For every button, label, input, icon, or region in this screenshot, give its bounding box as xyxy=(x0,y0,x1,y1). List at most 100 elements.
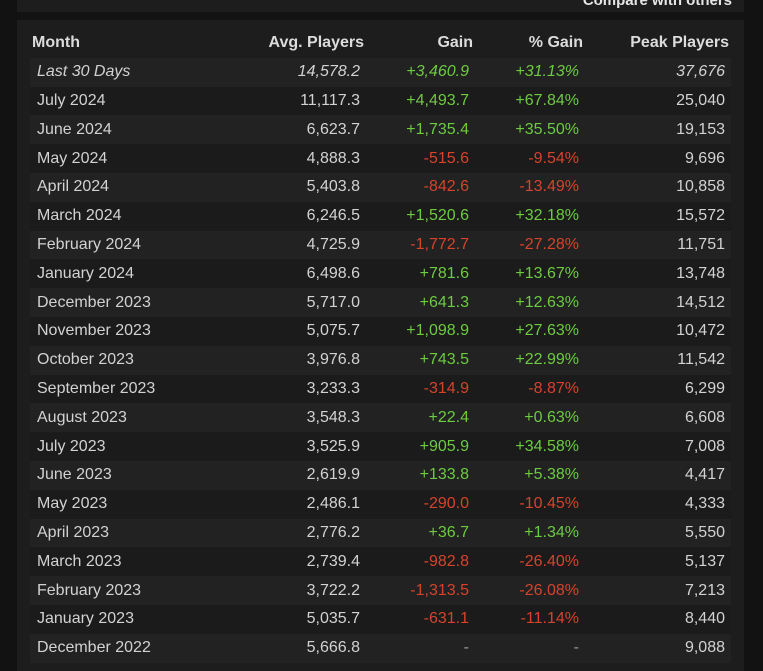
gain-cell: - xyxy=(366,633,475,663)
percent-gain-cell: +1.34% xyxy=(475,518,585,548)
month-cell: April 2023 xyxy=(30,518,235,548)
table-row: December 2022 5,666.8- -9,088 xyxy=(30,633,731,663)
month-cell: July 2023 xyxy=(30,432,235,461)
peak-players-cell: 4,333 xyxy=(585,489,731,519)
percent-gain-cell: +67.84% xyxy=(475,86,585,116)
column-header-avg-players[interactable]: Avg. Players xyxy=(235,29,366,58)
avg-players-cell: 11,117.3 xyxy=(235,86,366,116)
gain-cell: -515.6 xyxy=(366,144,475,173)
avg-players-cell: 5,666.8 xyxy=(235,633,366,663)
month-cell: March 2024 xyxy=(30,201,235,231)
month-cell: February 2023 xyxy=(30,576,235,605)
peak-players-cell: 11,751 xyxy=(585,230,731,260)
peak-players-cell: 5,550 xyxy=(585,518,731,548)
month-cell: April 2024 xyxy=(30,172,235,202)
gain-cell: +1,098.9 xyxy=(366,316,475,346)
monthly-players-table: Month Avg. Players Gain % Gain Peak Play… xyxy=(30,29,731,663)
gain-cell: +4,493.7 xyxy=(366,86,475,116)
table-header-row: Month Avg. Players Gain % Gain Peak Play… xyxy=(30,29,731,58)
month-cell: June 2024 xyxy=(30,115,235,145)
peak-players-cell: 8,440 xyxy=(585,604,731,634)
avg-players-cell: 4,725.9 xyxy=(235,230,366,260)
gain-cell: +133.8 xyxy=(366,460,475,490)
percent-gain-cell: -8.87% xyxy=(475,374,585,404)
gain-cell: +3,460.9 xyxy=(366,57,475,87)
column-header-percent-gain[interactable]: % Gain xyxy=(475,29,585,58)
month-cell: July 2024 xyxy=(30,86,235,116)
gain-cell: -982.8 xyxy=(366,547,475,577)
percent-gain-cell: -27.28% xyxy=(475,230,585,260)
percent-gain-cell: +27.63% xyxy=(475,316,585,346)
percent-gain-cell: +0.63% xyxy=(475,403,585,433)
avg-players-cell: 14,578.2 xyxy=(235,57,366,87)
month-cell: June 2023 xyxy=(30,460,235,490)
percent-gain-cell: +35.50% xyxy=(475,115,585,145)
table-row: September 2023 3,233.3 -314.9 -8.87% 6,299 xyxy=(30,374,731,404)
column-header-month[interactable]: Month xyxy=(30,29,235,58)
avg-players-cell: 3,976.8 xyxy=(235,345,366,375)
table-row: December 2023 5,717.0 +641.3 +12.63% 14,512 xyxy=(30,288,731,317)
peak-players-cell: 7,008 xyxy=(585,432,731,461)
percent-gain-cell: -9.54% xyxy=(475,144,585,173)
column-header-gain[interactable]: Gain xyxy=(366,29,475,58)
table-row: March 2024 6,246.5 +1,520.6 +32.18% 15,572 xyxy=(30,201,731,231)
table-row: March 2023 2,739.4 -982.8 -26.40% 5,137 xyxy=(30,547,731,577)
table-row: October 2023 3,976.8 +743.5 +22.99% 11,542 xyxy=(30,345,731,375)
table-row: February 2024 4,725.9 -1,772.7 -27.28% 11,75… xyxy=(30,230,731,260)
gain-cell: +905.9 xyxy=(366,432,475,461)
gain-cell: +1,735.4 xyxy=(366,115,475,145)
avg-players-cell: 6,623.7 xyxy=(235,115,366,145)
table-row: November 2023 5,075.7 +1,098.9 +27.63% 10,47… xyxy=(30,316,731,346)
page: Compare with others Month Avg. Players G… xyxy=(0,0,763,671)
table-row: August 2023 3,548.3 +22.4 +0.63% 6,608 xyxy=(30,403,731,433)
peak-players-cell: 25,040 xyxy=(585,86,731,116)
peak-players-cell: 13,748 xyxy=(585,259,731,289)
percent-gain-cell: +31.13% xyxy=(475,57,585,87)
peak-players-cell: 10,472 xyxy=(585,316,731,346)
month-cell: May 2023 xyxy=(30,489,235,519)
month-cell: January 2023 xyxy=(30,604,235,634)
month-cell: Last 30 Days xyxy=(30,57,235,87)
compare-with-others-link[interactable]: Compare with others xyxy=(583,0,732,9)
avg-players-cell: 2,486.1 xyxy=(235,489,366,519)
percent-gain-cell: - xyxy=(475,633,585,663)
percent-gain-cell: +34.58% xyxy=(475,432,585,461)
avg-players-cell: 3,525.9 xyxy=(235,432,366,461)
table-row: July 2024 11,117.3 +4,493.7 +67.84% 25,040 xyxy=(30,86,731,116)
month-cell: January 2024 xyxy=(30,259,235,289)
gain-cell: +36.7 xyxy=(366,518,475,548)
header-strip: Compare with others xyxy=(17,0,744,12)
percent-gain-cell: +5.38% xyxy=(475,460,585,490)
month-cell: February 2024 xyxy=(30,230,235,260)
percent-gain-cell: -26.08% xyxy=(475,576,585,605)
gain-cell: -842.6 xyxy=(366,172,475,202)
table-row: May 2023 2,486.1 -290.0 -10.45% 4,333 xyxy=(30,489,731,519)
peak-players-cell: 10,858 xyxy=(585,172,731,202)
table-row: June 2024 6,623.7 +1,735.4 +35.50% 19,153 xyxy=(30,115,731,145)
month-cell: December 2023 xyxy=(30,288,235,317)
month-cell: November 2023 xyxy=(30,316,235,346)
gain-cell: -1,772.7 xyxy=(366,230,475,260)
peak-players-cell: 4,417 xyxy=(585,460,731,490)
gain-cell: -1,313.5 xyxy=(366,576,475,605)
gain-cell: -290.0 xyxy=(366,489,475,519)
gain-cell: -314.9 xyxy=(366,374,475,404)
peak-players-cell: 9,088 xyxy=(585,633,731,663)
percent-gain-cell: -13.49% xyxy=(475,172,585,202)
table-row: January 2024 6,498.6 +781.6 +13.67% 13,748 xyxy=(30,259,731,289)
table-row: June 2023 2,619.9 +133.8 +5.38% 4,417 xyxy=(30,460,731,490)
peak-players-cell: 5,137 xyxy=(585,547,731,577)
avg-players-cell: 6,498.6 xyxy=(235,259,366,289)
month-cell: March 2023 xyxy=(30,547,235,577)
peak-players-cell: 14,512 xyxy=(585,288,731,317)
peak-players-cell: 7,213 xyxy=(585,576,731,605)
table-row: April 2023 2,776.2 +36.7 +1.34% 5,550 xyxy=(30,518,731,548)
table-row: July 2023 3,525.9 +905.9 +34.58% 7,008 xyxy=(30,432,731,461)
peak-players-cell: 6,299 xyxy=(585,374,731,404)
percent-gain-cell: -10.45% xyxy=(475,489,585,519)
avg-players-cell: 5,717.0 xyxy=(235,288,366,317)
gain-cell: +781.6 xyxy=(366,259,475,289)
month-cell: September 2023 xyxy=(30,374,235,404)
month-cell: October 2023 xyxy=(30,345,235,375)
column-header-peak-players[interactable]: Peak Players xyxy=(585,29,731,58)
